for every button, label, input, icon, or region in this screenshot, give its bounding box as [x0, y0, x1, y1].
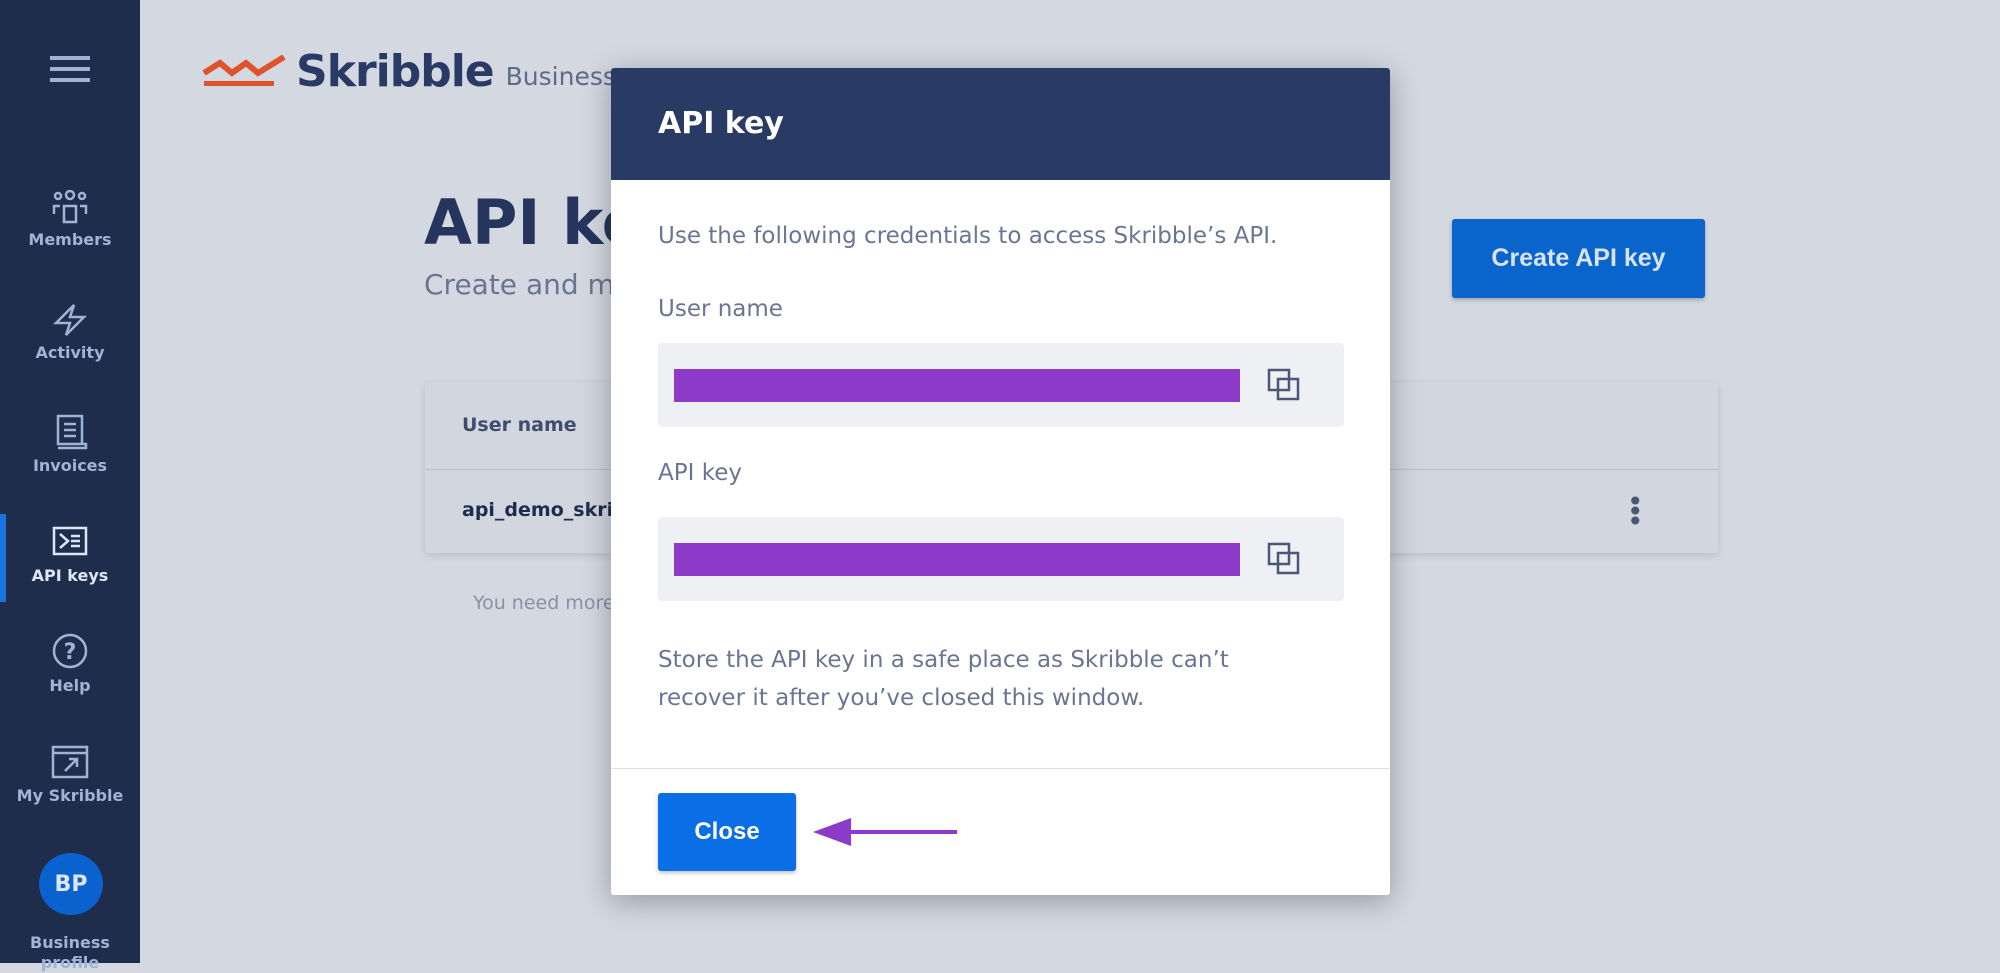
lightning-icon — [52, 304, 88, 336]
sidebar-item-api-keys[interactable]: API keys — [0, 524, 140, 585]
svg-text:?: ? — [64, 640, 77, 665]
api-key-dialog: API key Use the following credentials to… — [611, 68, 1390, 895]
divider — [611, 768, 1390, 769]
warning-line-1: Store the API key in a safe place as Skr… — [658, 647, 1229, 673]
create-api-key-button[interactable]: Create API key — [1452, 219, 1705, 298]
info-note: You need more — [473, 592, 615, 614]
copy-icon[interactable] — [1266, 541, 1302, 577]
username-field[interactable] — [658, 343, 1344, 427]
apikey-label: API key — [658, 460, 742, 486]
redacted-api-key — [674, 543, 1240, 576]
hamburger-menu-icon[interactable] — [50, 55, 90, 83]
sidebar-item-my-skribble[interactable]: My Skribble — [0, 744, 140, 805]
sidebar-item-label: Members — [28, 230, 112, 249]
logo: Skribble Business — [202, 46, 616, 97]
column-header-user-name: User name — [462, 414, 577, 436]
sidebar-item-help[interactable]: ? Help — [0, 632, 140, 695]
help-icon: ? — [52, 633, 88, 669]
more-options-icon[interactable]: • • • — [1627, 488, 1644, 536]
warning-line-2: recover it after you’ve closed this wind… — [658, 685, 1145, 711]
redacted-username — [674, 369, 1240, 402]
members-icon — [52, 190, 88, 224]
dialog-intro: Use the following credentials to access … — [658, 223, 1278, 249]
sidebar-item-activity[interactable]: Activity — [0, 303, 140, 362]
sidebar: Members Activity Invoices API keys ? Hel… — [0, 0, 140, 972]
sidebar-item-label: Activity — [35, 343, 105, 362]
terminal-icon — [52, 526, 88, 556]
skribble-logo-icon — [202, 54, 286, 86]
sidebar-item-label: My Skribble — [16, 786, 124, 805]
sidebar-item-label: Help — [49, 676, 91, 695]
close-button[interactable]: Close — [658, 793, 796, 871]
username-label: User name — [658, 296, 783, 322]
sidebar-item-business-profile[interactable]: Business profile — [0, 933, 140, 973]
sidebar-item-label: Invoices — [32, 456, 108, 475]
apikey-field[interactable] — [658, 517, 1344, 601]
copy-icon[interactable] — [1266, 367, 1302, 403]
arrow-left-icon — [813, 818, 957, 846]
invoice-icon — [56, 414, 88, 450]
sidebar-item-invoices[interactable]: Invoices — [0, 414, 140, 475]
dialog-title: API key — [658, 106, 784, 141]
sidebar-item-label: API keys — [31, 566, 109, 585]
avatar[interactable]: BP — [39, 853, 103, 915]
sidebar-item-members[interactable]: Members — [0, 190, 140, 249]
external-link-icon — [51, 745, 89, 779]
dialog-header: API key — [611, 68, 1390, 180]
